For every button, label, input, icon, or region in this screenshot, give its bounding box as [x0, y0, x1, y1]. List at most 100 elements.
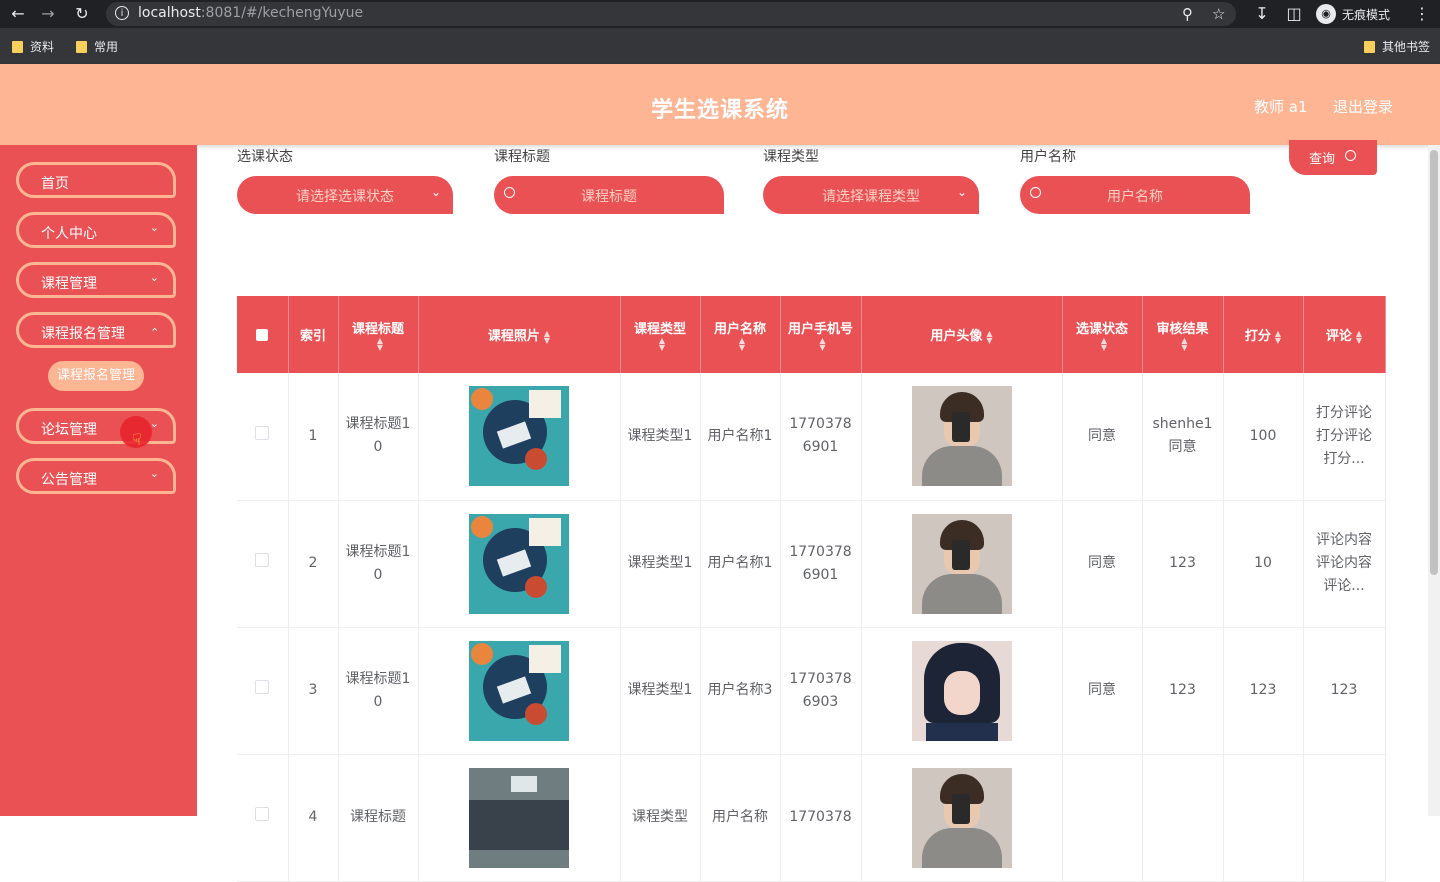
title-search-input[interactable]: 课程标题 [494, 176, 724, 214]
column-header[interactable]: 课程类型 ▲ ▼ [620, 296, 701, 373]
user-avatar-cell [861, 500, 1063, 628]
review-cell: shenhe1同意 [1142, 373, 1224, 501]
column-header[interactable]: 选课状态 ▲ ▼ [1062, 296, 1143, 373]
column-header[interactable]: 用户名称 ▲ ▼ [700, 296, 781, 373]
row-checkbox[interactable] [255, 425, 270, 440]
forward-icon[interactable]: → [38, 4, 58, 24]
select-all-checkbox[interactable] [256, 328, 269, 341]
select-all-cell[interactable] [237, 296, 289, 373]
folder-icon [1364, 40, 1375, 53]
course-type-cell: 课程类型1 [620, 500, 701, 628]
comment-cell: 打分评论打分评论打分... [1303, 373, 1386, 501]
row-select-cell[interactable] [237, 627, 289, 755]
chevron-down-icon: ⌄ [149, 467, 159, 480]
sidebar-item-home[interactable]: 首页 [16, 162, 176, 198]
back-icon[interactable]: ← [8, 4, 28, 24]
sort-icon[interactable]: ▲ ▼ [1181, 337, 1187, 352]
incognito-label: 无痕模式 [1342, 7, 1391, 22]
user-avatar[interactable] [911, 386, 1012, 487]
comment-cell: 123 [1303, 627, 1386, 755]
download-icon[interactable]: ↧ [1252, 4, 1272, 24]
incognito-indicator[interactable]: ◉ 无痕模式 [1316, 4, 1390, 24]
user-name-cell: 用户名称1 [700, 373, 781, 501]
incognito-icon: ◉ [1316, 4, 1336, 24]
row-select-cell[interactable] [237, 754, 289, 882]
course-photo[interactable] [469, 767, 569, 868]
bookmark-folder[interactable]: 资料 [12, 38, 54, 55]
user-avatar[interactable] [911, 767, 1012, 868]
score-cell: 100 [1223, 373, 1304, 501]
table-row[interactable]: 2 课程标题10 课程类型1 用户名称1 17703786901 同意 123 … [237, 500, 1386, 628]
sidebar-item-course-management[interactable]: 课程管理 ⌄ [16, 262, 176, 298]
row-index: 4 [288, 754, 339, 882]
scrollbar-thumb[interactable] [1430, 150, 1438, 575]
row-select-cell[interactable] [237, 373, 289, 501]
sidebar-item-profile[interactable]: 个人中心 ⌄ [16, 212, 176, 248]
user-avatar[interactable] [911, 640, 1012, 741]
user-name-cell: 用户名称 [700, 754, 781, 882]
course-photo[interactable] [469, 513, 569, 614]
site-info-icon[interactable]: i [115, 6, 129, 20]
row-checkbox[interactable] [255, 680, 270, 694]
star-icon[interactable]: ☆ [1212, 5, 1225, 23]
course-title-cell: 课程标题10 [338, 373, 419, 501]
sort-icon[interactable]: ▲ ▼ [659, 337, 665, 352]
column-header[interactable]: 审核结果 ▲ ▼ [1142, 296, 1224, 373]
enrollment-table: 索引 课程标题 ▲ ▼ 课程照片 ▲ ▼ 课程类型 ▲ ▼ 用户名称 ▲ ▼ 用户手机号▲ ▼ 用… [237, 296, 1386, 882]
reload-icon[interactable]: ↻ [72, 4, 92, 24]
review-cell [1142, 754, 1224, 882]
table-row[interactable]: 4 课程标题 课程类型 用户名称 1770378 [237, 754, 1386, 882]
sort-icon[interactable]: ▲ ▼ [986, 329, 992, 344]
course-type-cell: 课程类型 [620, 754, 701, 882]
other-bookmarks[interactable]: 其他书签 [1364, 38, 1430, 55]
sort-icon[interactable]: ▲ ▼ [1101, 337, 1107, 352]
score-cell: 123 [1223, 627, 1304, 755]
user-avatar[interactable] [911, 513, 1012, 614]
sidebar-item-enrollment-management[interactable]: 课程报名管理 ⌄ [16, 312, 176, 348]
comment-cell: 评论内容评论内容评论... [1303, 500, 1386, 628]
sort-icon[interactable]: ▲ ▼ [1356, 329, 1362, 344]
course-photo[interactable] [469, 386, 569, 487]
sidepanel-icon[interactable]: ◫ [1284, 4, 1304, 24]
query-button[interactable]: 查询 [1289, 140, 1377, 175]
sidebar-item-notice-management[interactable]: 公告管理 ⌄ [16, 458, 176, 494]
table-header-row: 索引 课程标题 ▲ ▼ 课程照片 ▲ ▼ 课程类型 ▲ ▼ 用户名称 ▲ ▼ 用户手机号▲ ▼ 用… [237, 296, 1386, 373]
logout-link[interactable]: 退出登录 [1333, 96, 1393, 117]
sort-icon[interactable]: ▲ ▼ [739, 337, 745, 352]
bookmark-folder[interactable]: 常用 [76, 38, 118, 55]
table-row[interactable]: 3 课程标题10 课程类型1 用户名称3 17703786903 同意 123 … [237, 627, 1386, 755]
filter-label-type: 课程类型 [763, 149, 819, 165]
course-photo-cell [418, 754, 621, 882]
table-row[interactable]: 1 课程标题10 课程类型1 用户名称1 17703786901 同意 shen… [237, 373, 1386, 501]
user-avatar-cell [861, 373, 1063, 501]
key-icon[interactable]: ⚲ [1182, 5, 1193, 23]
status-cell: 同意 [1062, 627, 1143, 755]
column-header[interactable]: 用户头像 ▲ ▼ [861, 296, 1063, 373]
column-header[interactable]: 课程标题 ▲ ▼ [338, 296, 419, 373]
score-cell [1223, 754, 1304, 882]
row-checkbox[interactable] [255, 807, 270, 821]
user-name-cell: 用户名称1 [700, 500, 781, 628]
user-search-input[interactable]: 用户名称 [1020, 176, 1250, 214]
column-header[interactable]: 课程照片 ▲ ▼ [418, 296, 621, 373]
sort-icon[interactable]: ▲ ▼ [544, 329, 550, 344]
sort-icon[interactable]: ▲ ▼ [819, 337, 825, 352]
column-header[interactable]: 用户手机号▲ ▼ [780, 296, 862, 373]
address-bar[interactable]: i localhost:8081/#/kechengYuyue ⚲ ☆ [106, 2, 1236, 26]
hand-cursor-icon: ☟ [132, 430, 142, 449]
sort-icon[interactable]: ▲ ▼ [1275, 329, 1281, 344]
menu-dots-icon[interactable]: ⋮ [1412, 4, 1432, 24]
column-header[interactable]: 打分 ▲ ▼ [1223, 296, 1304, 373]
course-photo[interactable] [469, 640, 569, 741]
sort-icon[interactable]: ▲ ▼ [377, 337, 383, 352]
chevron-down-icon: ⌄ [430, 185, 441, 199]
row-select-cell[interactable] [237, 500, 289, 628]
column-header[interactable]: 评论 ▲ ▼ [1303, 296, 1386, 373]
type-select[interactable]: 请选择课程类型 ⌄ [763, 176, 979, 214]
chevron-down-icon: ⌄ [149, 271, 159, 284]
status-select[interactable]: 请选择选课状态 ⌄ [237, 176, 453, 214]
user-avatar-cell [861, 754, 1063, 882]
sidebar-item-forum-management[interactable]: 论坛管理 ⌄ [16, 408, 176, 444]
sidebar-subitem-enrollment[interactable]: 课程报名管理 [48, 361, 144, 391]
row-checkbox[interactable] [255, 553, 270, 567]
